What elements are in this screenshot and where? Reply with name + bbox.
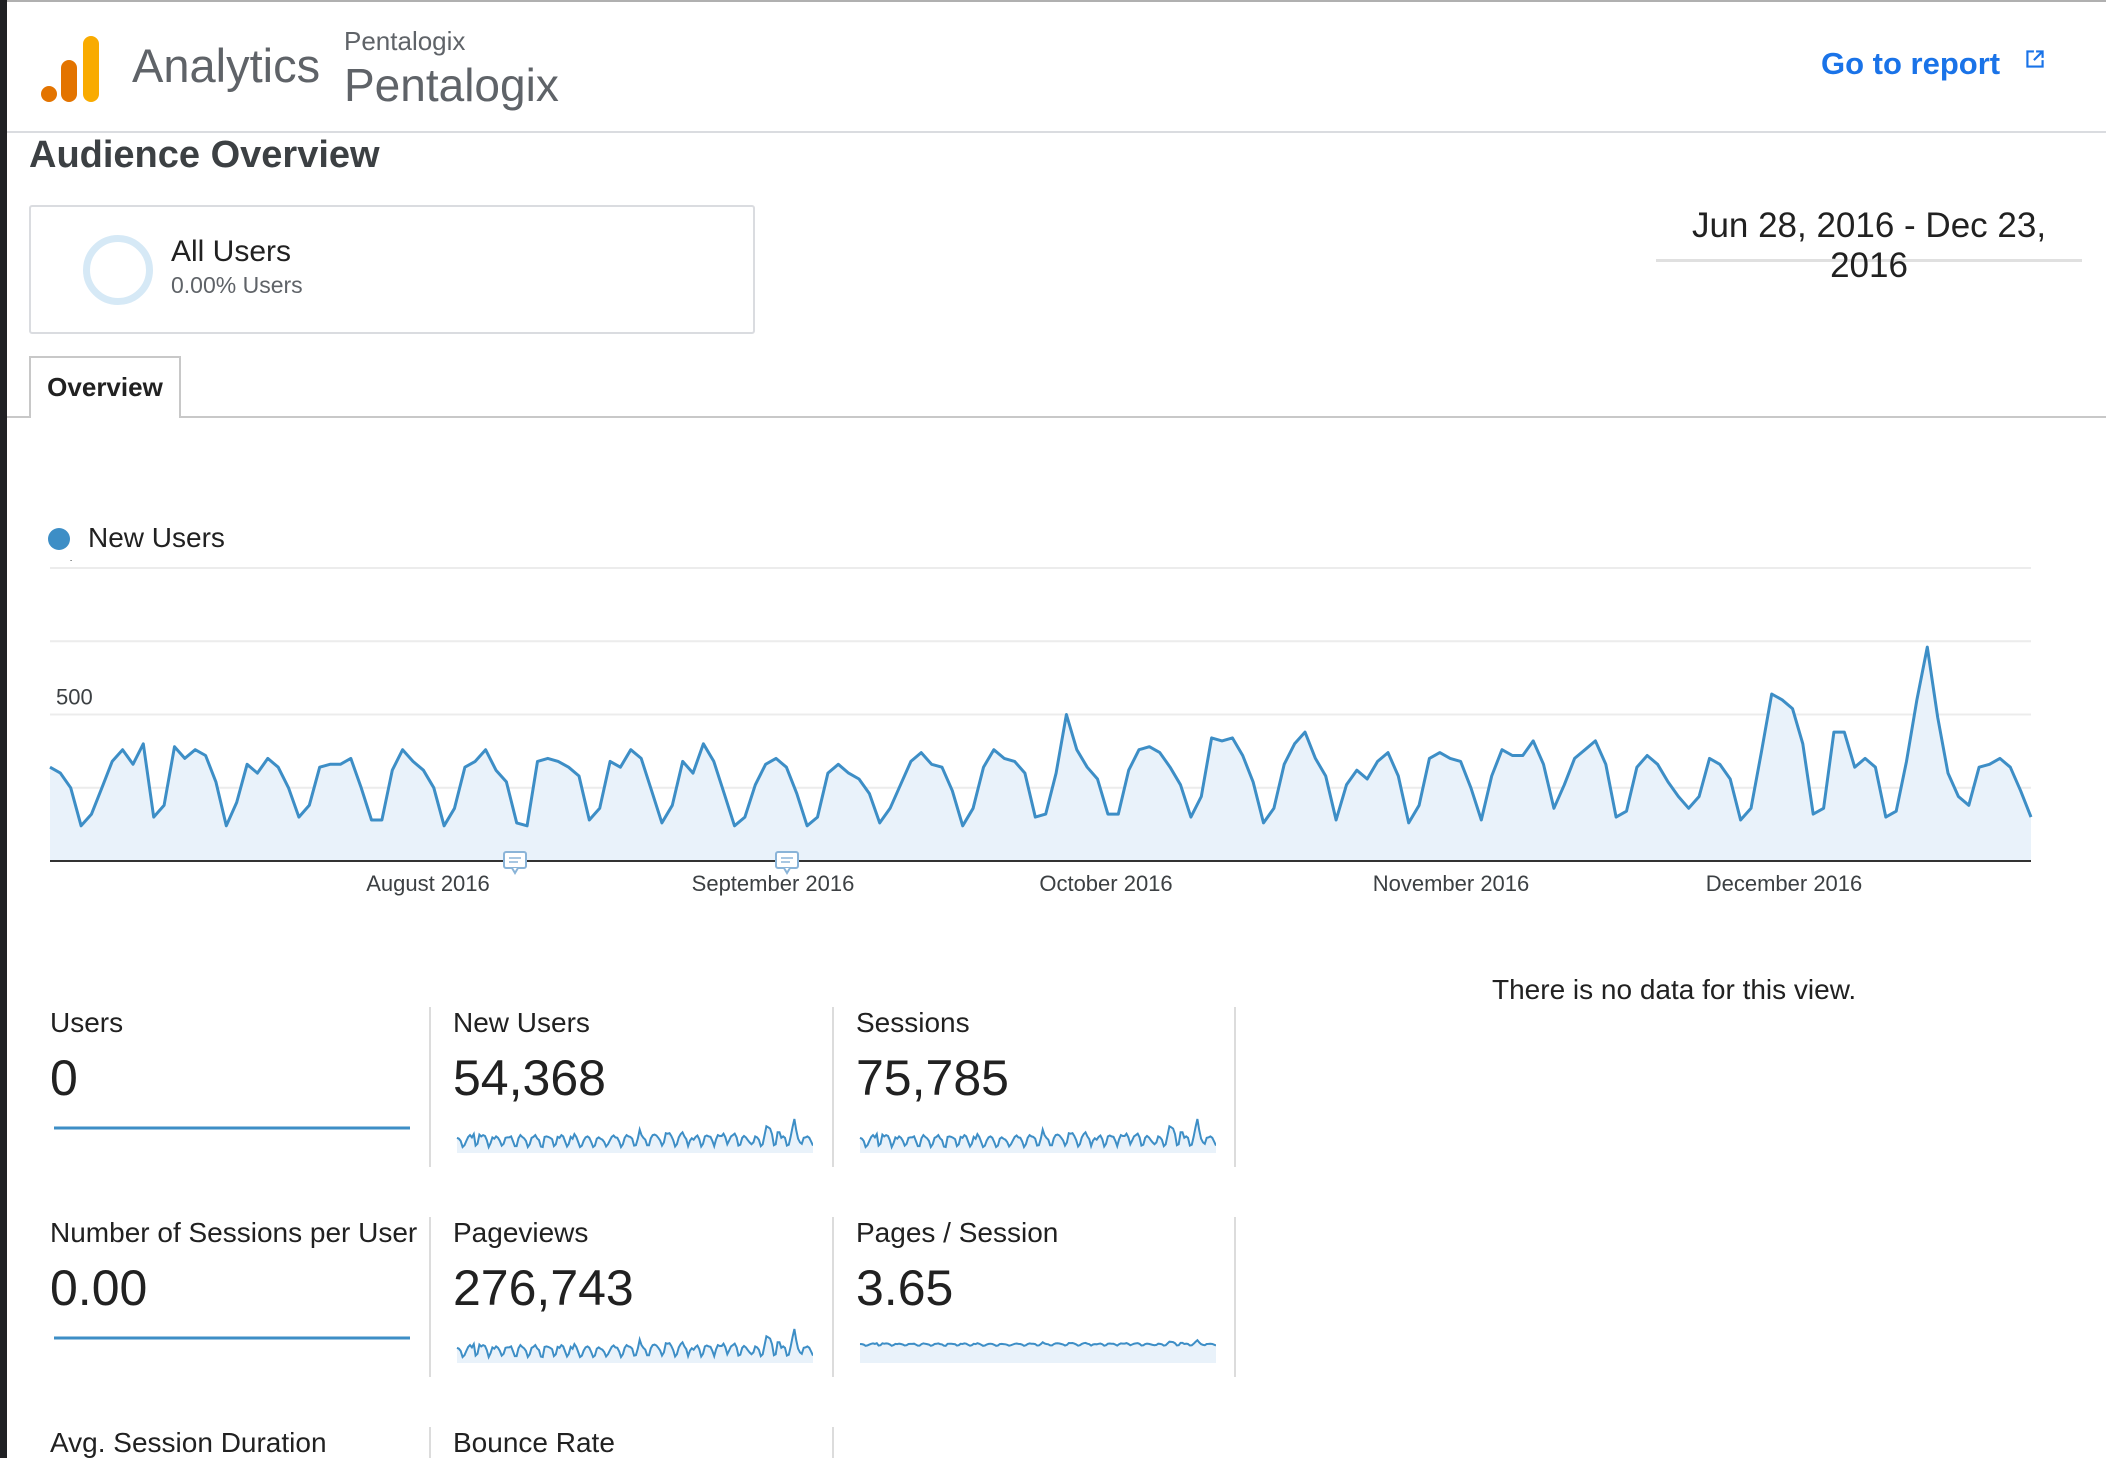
metric-label: Users [50, 1007, 124, 1038]
tab-divider [7, 416, 2106, 418]
tab-overview[interactable]: Overview [29, 356, 181, 418]
account-name: Pentalogix [344, 26, 466, 56]
metric-divider [832, 1427, 834, 1458]
metric-sparkline [456, 1328, 813, 1363]
segment-name: All Users [171, 235, 292, 268]
metric-value: 276,743 [453, 1260, 634, 1316]
x-tick-label: December 2016 [1706, 871, 1863, 896]
metric-label: Number of Sessions per User [50, 1217, 418, 1248]
metric-divider [429, 1427, 431, 1458]
metric-new-users[interactable]: New Users 54,368 [453, 1007, 823, 1177]
metric-label: Bounce Rate [453, 1427, 615, 1458]
metric-label: Pages / Session [856, 1217, 1059, 1248]
metric-pageviews[interactable]: Pageviews 276,743 [453, 1217, 823, 1387]
metric-value: 0 [50, 1050, 78, 1106]
metric-divider [429, 1007, 431, 1167]
analytics-logo-icon [37, 34, 103, 102]
no-data-message: There is no data for this view. [1492, 974, 1857, 1005]
metric-divider [1234, 1217, 1236, 1377]
metric-trend-line [54, 1336, 410, 1340]
metric-value: 54,368 [453, 1050, 606, 1106]
metric-trend-line [54, 1126, 410, 1130]
app-header: Analytics Pentalogix Pentalogix Go to re… [7, 2, 2106, 133]
date-range-picker[interactable]: Jun 28, 2016 - Dec 23, 2016 [1656, 206, 2082, 285]
x-tick-label: November 2016 [1373, 871, 1530, 896]
y-tick-label: 1,000 [56, 560, 111, 563]
segment-detail: 0.00% Users [171, 272, 303, 298]
annotation-note-icon[interactable] [503, 851, 527, 875]
y-tick-label: 500 [56, 685, 93, 710]
legend-dot-icon [48, 528, 70, 550]
x-tick-label: October 2016 [1039, 871, 1172, 896]
metric-sparkline [859, 1338, 1216, 1363]
metric-sparkline [456, 1118, 813, 1153]
metric-divider [1234, 1007, 1236, 1167]
external-link-icon[interactable] [2022, 46, 2048, 72]
property-name[interactable]: Pentalogix [344, 58, 559, 112]
metric-divider [429, 1217, 431, 1377]
metric-avg-session-duration[interactable]: Avg. Session Duration [50, 1427, 420, 1458]
metric-pages-per-session[interactable]: Pages / Session 3.65 [856, 1217, 1226, 1387]
segment-card[interactable]: All Users 0.00% Users [29, 205, 755, 334]
metric-divider [832, 1007, 834, 1167]
metric-sessions[interactable]: Sessions 75,785 [856, 1007, 1226, 1177]
metric-sparkline [859, 1118, 1216, 1153]
metric-label: Avg. Session Duration [50, 1427, 327, 1458]
new-users-chart[interactable]: 500 1,000 August 2016 September 2016 October… [0, 560, 2106, 910]
page-title: Audience Overview [29, 134, 380, 176]
metric-label: Pageviews [453, 1217, 589, 1248]
metric-sessions-per-user[interactable]: Number of Sessions per User 0.00 [50, 1217, 420, 1387]
metric-value: 75,785 [856, 1050, 1009, 1106]
series-area [50, 647, 2031, 861]
metric-bounce-rate[interactable]: Bounce Rate [453, 1427, 823, 1458]
go-to-report-link[interactable]: Go to report [1821, 46, 2000, 82]
segment-ring-icon [83, 235, 153, 305]
annotation-note-icon[interactable] [775, 851, 799, 875]
metric-label: Sessions [856, 1007, 970, 1038]
metric-value: 0.00 [50, 1260, 148, 1316]
x-tick-label: September 2016 [692, 871, 855, 896]
metric-users[interactable]: Users 0 [50, 1007, 420, 1177]
metric-value: 3.65 [856, 1260, 954, 1316]
metric-divider [832, 1217, 834, 1377]
metric-label: New Users [453, 1007, 590, 1038]
product-name: Analytics [132, 39, 321, 92]
legend-label: New Users [88, 522, 225, 553]
x-tick-label: August 2016 [366, 871, 490, 896]
